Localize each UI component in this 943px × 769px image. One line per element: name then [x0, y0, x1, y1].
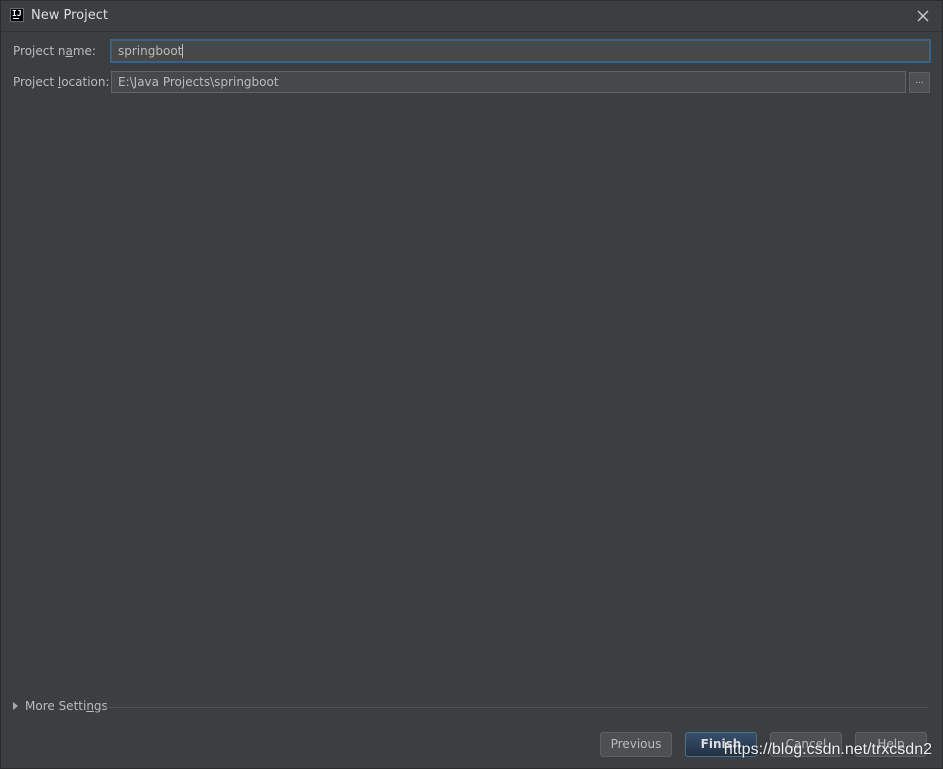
project-location-row: Project location: — [13, 75, 111, 89]
project-location-label: Project location: — [13, 75, 111, 89]
project-name-label-part: Project n — [13, 44, 66, 58]
project-location-value: E:\Java Projects\springboot — [118, 75, 279, 89]
project-name-input[interactable]: springboot — [111, 40, 930, 62]
help-button[interactable]: Help — [855, 732, 927, 757]
project-name-label-mnemonic: a — [65, 44, 73, 58]
project-name-label: Project name: — [13, 44, 111, 58]
more-settings-divider — [105, 707, 928, 708]
close-button[interactable] — [912, 5, 934, 27]
more-settings-toggle[interactable]: More Settings — [13, 699, 108, 713]
new-project-dialog: IJ New Project Project name: springboot … — [0, 0, 943, 769]
project-location-input[interactable]: E:\Java Projects\springboot — [111, 71, 906, 93]
window-title: New Project — [31, 8, 108, 23]
more-settings-label-part: More Setti — [25, 699, 87, 713]
text-caret — [182, 44, 184, 58]
project-location-label-part: ocation: — [61, 75, 110, 89]
project-name-label-part: me: — [72, 44, 96, 58]
more-settings-label-mnemonic: n — [86, 699, 94, 713]
project-name-row: Project name: — [13, 44, 111, 58]
finish-button[interactable]: Finish — [685, 732, 757, 757]
more-settings-label-part: gs — [93, 699, 108, 713]
browse-button[interactable]: ... — [909, 72, 930, 93]
app-icon-underscore — [13, 18, 19, 19]
app-icon-text: IJ — [12, 9, 22, 18]
close-icon — [917, 10, 929, 22]
previous-button[interactable]: Previous — [600, 732, 672, 757]
project-location-label-part: Project — [13, 75, 58, 89]
cancel-button[interactable]: Cancel — [770, 732, 842, 757]
title-bar: IJ New Project — [1, 1, 942, 32]
intellij-app-icon: IJ — [10, 8, 24, 22]
more-settings-label: More Settings — [25, 699, 108, 713]
expand-triangle-icon — [13, 702, 18, 710]
project-name-value: springboot — [118, 44, 183, 58]
